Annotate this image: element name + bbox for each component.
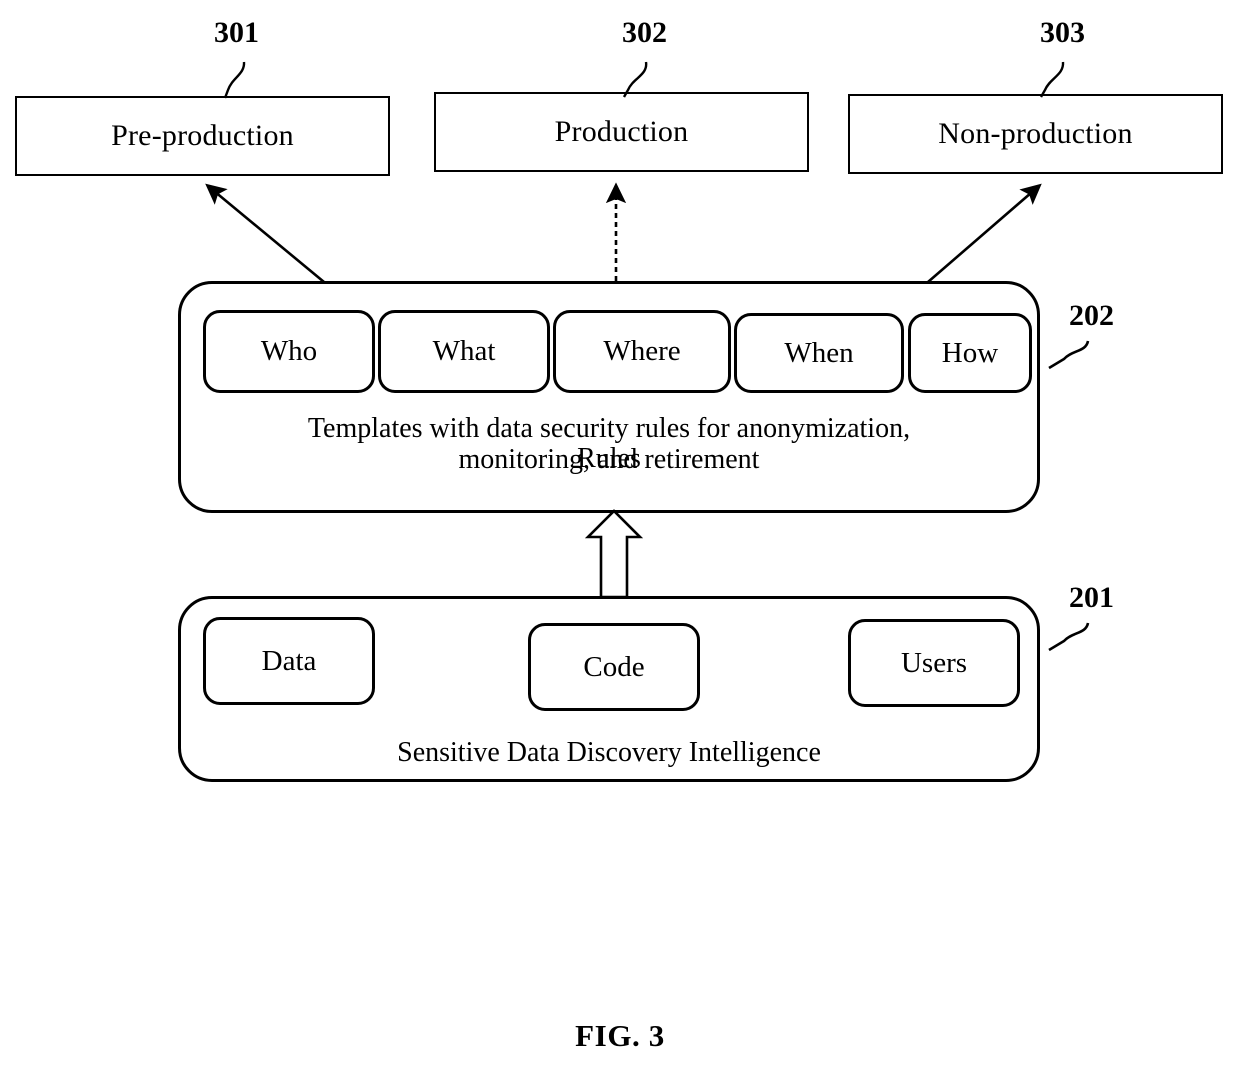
rules-chip-how: How	[908, 313, 1032, 393]
rules-overlay-word: Rules	[577, 443, 641, 474]
connector-discovery-to-rules-block-arrow	[584, 509, 644, 599]
discovery-chip-label-code: Code	[583, 650, 645, 683]
rules-chip-label-what: What	[432, 335, 496, 367]
rules-chip-label-when: When	[784, 336, 854, 369]
stage-box-pre-production: Pre-production	[15, 96, 390, 176]
patent-figure-3: Pre-production Production Non-production…	[0, 0, 1240, 1067]
reference-numeral-303: 303	[1040, 16, 1085, 49]
discovery-chip-label-users: Users	[900, 646, 968, 679]
reference-numeral-202: 202	[1069, 299, 1114, 332]
leader-line-303	[1039, 61, 1065, 98]
leader-line-201	[1048, 622, 1090, 652]
stage-label-production: Production	[554, 115, 689, 148]
discovery-panel-caption: Sensitive Data Discovery Intelligence	[397, 737, 821, 768]
reference-numeral-302: 302	[622, 16, 667, 49]
discovery-chip-label-data: Data	[261, 644, 317, 677]
rules-chip-label-who: Who	[260, 335, 318, 367]
stage-label-non-production: Non-production	[938, 117, 1133, 150]
rules-chip-where: Where	[553, 310, 731, 393]
stage-label-pre-production: Pre-production	[111, 119, 294, 152]
connector-rules-to-non-production	[927, 183, 1042, 283]
discovery-chip-data: Data	[203, 617, 375, 705]
rules-chip-when: When	[734, 313, 904, 393]
discovery-chip-code: Code	[528, 623, 700, 711]
reference-numeral-301: 301	[214, 16, 259, 49]
stage-box-production: Production	[434, 92, 809, 172]
stage-box-non-production: Non-production	[848, 94, 1223, 174]
figure-caption: FIG. 3	[575, 1018, 665, 1053]
leader-line-202	[1048, 340, 1090, 370]
discovery-chip-users: Users	[848, 619, 1020, 707]
leader-line-301	[223, 61, 246, 99]
rules-chip-what: What	[378, 310, 550, 393]
connector-rules-to-pre-production	[205, 183, 325, 284]
rules-chip-label-how: How	[941, 336, 999, 369]
reference-numeral-201: 201	[1069, 581, 1114, 614]
rules-chip-label-where: Where	[603, 335, 681, 367]
rules-chip-who: Who	[203, 310, 375, 393]
